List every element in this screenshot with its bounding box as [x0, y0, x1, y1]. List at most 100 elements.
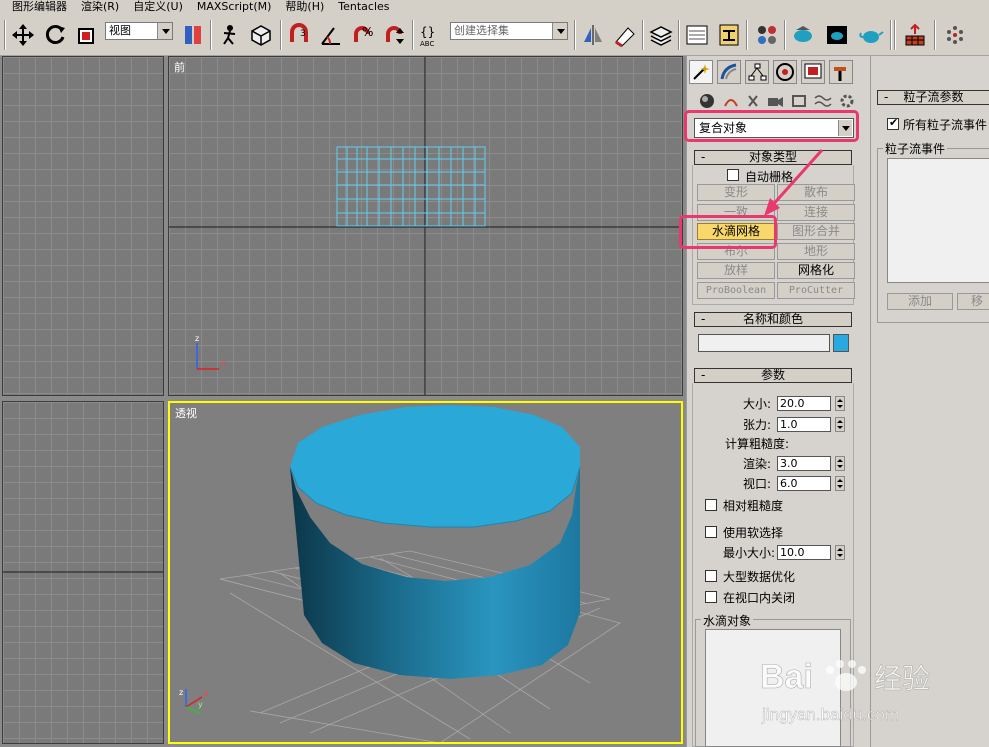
min-size-field[interactable]: 10.0: [777, 545, 831, 560]
render-roughness-spinner[interactable]: [835, 456, 845, 471]
toolbar-separator: [642, 20, 644, 50]
render-roughness-field[interactable]: 3.0: [777, 456, 831, 471]
tab-motion[interactable]: [773, 60, 797, 84]
menu-rendering[interactable]: 渲染(R): [81, 0, 119, 14]
mirror-icon[interactable]: [580, 22, 606, 48]
menu-customize[interactable]: 自定义(U): [133, 0, 183, 14]
snap-icon[interactable]: 3: [286, 22, 312, 48]
spinner-snap-icon[interactable]: [382, 22, 408, 48]
tab-display[interactable]: [801, 60, 825, 84]
large-data-label: 大型数据优化: [723, 570, 796, 584]
rollout-object-type[interactable]: - 对象类型: [694, 150, 852, 165]
layer-icon[interactable]: [648, 22, 674, 48]
off-in-viewport-label: 在视口内关闭: [723, 591, 796, 605]
viewport-bottom-left[interactable]: [2, 401, 164, 744]
angle-snap-icon[interactable]: [318, 22, 344, 48]
terrain-button[interactable]: 地形: [777, 243, 855, 260]
mesher-button[interactable]: 网格化: [777, 262, 855, 279]
size-spinner[interactable]: [835, 396, 845, 411]
viewport-perspective[interactable]: 透视 z x y: [168, 401, 683, 744]
viewport-roughness-field[interactable]: 6.0: [777, 476, 831, 491]
particle-events-list[interactable]: [887, 158, 989, 283]
menu-tentacles[interactable]: Tentacles: [338, 0, 389, 14]
viewport-top-left[interactable]: [2, 56, 164, 396]
menu-maxscript[interactable]: MAXScript(M): [197, 0, 272, 14]
rollout-parameters-title: 参数: [760, 368, 785, 382]
soft-selection-checkbox[interactable]: [705, 526, 717, 538]
teapot-icon[interactable]: [858, 22, 884, 48]
connect-button[interactable]: 连接: [777, 204, 855, 221]
tab-utilities[interactable]: [829, 60, 853, 84]
morph-button[interactable]: 变形: [697, 184, 775, 201]
toolbar-separator: [210, 20, 212, 50]
curve-editor-icon[interactable]: [684, 22, 710, 48]
size-field[interactable]: 20.0: [777, 396, 831, 411]
particle-icon[interactable]: [942, 22, 968, 48]
tab-hierarchy[interactable]: [745, 60, 769, 84]
menu-help[interactable]: 帮助(H): [285, 0, 324, 14]
min-size-spinner[interactable]: [835, 545, 845, 560]
rollout-name-color[interactable]: - 名称和颜色: [694, 312, 852, 327]
axis-gizmo-perspective: z x y: [179, 688, 209, 714]
pivot-icon[interactable]: [180, 22, 206, 48]
percent-snap-icon[interactable]: %: [350, 22, 376, 48]
rollout-particle-flow-title: 粒子流参数: [903, 90, 964, 104]
relative-roughness-checkbox[interactable]: [705, 499, 717, 511]
create-icon: [693, 64, 710, 80]
off-in-viewport-checkbox[interactable]: [705, 591, 717, 603]
shapemerge-button[interactable]: 图形合并: [777, 223, 855, 240]
align-icon[interactable]: [612, 22, 638, 48]
all-events-checkbox[interactable]: [887, 116, 899, 130]
space-warps-icon[interactable]: [813, 92, 833, 110]
tension-spinner[interactable]: [835, 417, 845, 432]
shapes-icon[interactable]: [721, 92, 741, 110]
helpers-icon[interactable]: [789, 92, 809, 110]
rollout-parameters[interactable]: - 参数: [694, 368, 852, 383]
collapse-icon: -: [701, 312, 706, 326]
object-name-input[interactable]: [698, 334, 830, 352]
rotate-icon[interactable]: [42, 22, 68, 48]
tab-modify[interactable]: [717, 60, 741, 84]
remove-button[interactable]: 移: [957, 293, 989, 310]
tab-create[interactable]: [689, 60, 713, 84]
toolbar-separator: [784, 20, 786, 50]
tension-label: 张力:: [743, 418, 772, 432]
viewport-front[interactable]: 前 z x: [168, 56, 683, 396]
object-color-swatch[interactable]: [833, 334, 849, 352]
geometry-icon[interactable]: [697, 92, 717, 110]
material-editor-icon[interactable]: [754, 22, 780, 48]
menu-graph-editors[interactable]: 图形编辑器: [12, 0, 67, 14]
add-button[interactable]: 添加: [887, 293, 953, 310]
loft-button[interactable]: 放样: [697, 262, 775, 279]
named-selection-select[interactable]: 创建选择集: [450, 22, 568, 40]
move-icon[interactable]: [10, 22, 36, 48]
scatter-button[interactable]: 散布: [777, 184, 855, 201]
hierarchy-icon: [748, 63, 767, 81]
render-frame-icon[interactable]: [824, 22, 850, 48]
manipulate-icon[interactable]: [216, 22, 242, 48]
rollout-particle-flow[interactable]: - 粒子流参数: [877, 90, 989, 105]
hierarchy-icon[interactable]: [902, 22, 928, 48]
reference-coord-select[interactable]: 视图: [105, 22, 173, 40]
autogrid-checkbox[interactable]: [727, 169, 739, 181]
viewport-roughness-spinner[interactable]: [835, 476, 845, 491]
render-setup-icon[interactable]: [790, 22, 816, 48]
motion-icon: [776, 63, 794, 81]
keyboard-shortcut-icon[interactable]: [248, 22, 274, 48]
lights-icon[interactable]: [743, 92, 763, 110]
viewport-roughness-label: 视口:: [743, 477, 772, 491]
scale-icon[interactable]: [74, 22, 100, 48]
large-data-checkbox[interactable]: [705, 570, 717, 582]
baidu-logo: Bai 经验 jingyan.baidu.com: [760, 658, 931, 725]
svg-text:经验: 经验: [874, 662, 930, 695]
schematic-icon[interactable]: [716, 22, 742, 48]
procutter-button[interactable]: ProCutter: [777, 282, 855, 299]
toolbar-separator: [4, 20, 6, 50]
named-selection-icon[interactable]: {} ABC: [418, 22, 444, 48]
proboolean-button[interactable]: ProBoolean: [697, 282, 775, 299]
systems-icon[interactable]: [837, 92, 857, 110]
cameras-icon[interactable]: [765, 92, 785, 110]
tension-field[interactable]: 1.0: [777, 417, 831, 432]
menu-bar: 图形编辑器 渲染(R) 自定义(U) MAXScript(M) 帮助(H) Te…: [0, 0, 989, 14]
modify-icon: [720, 63, 737, 80]
